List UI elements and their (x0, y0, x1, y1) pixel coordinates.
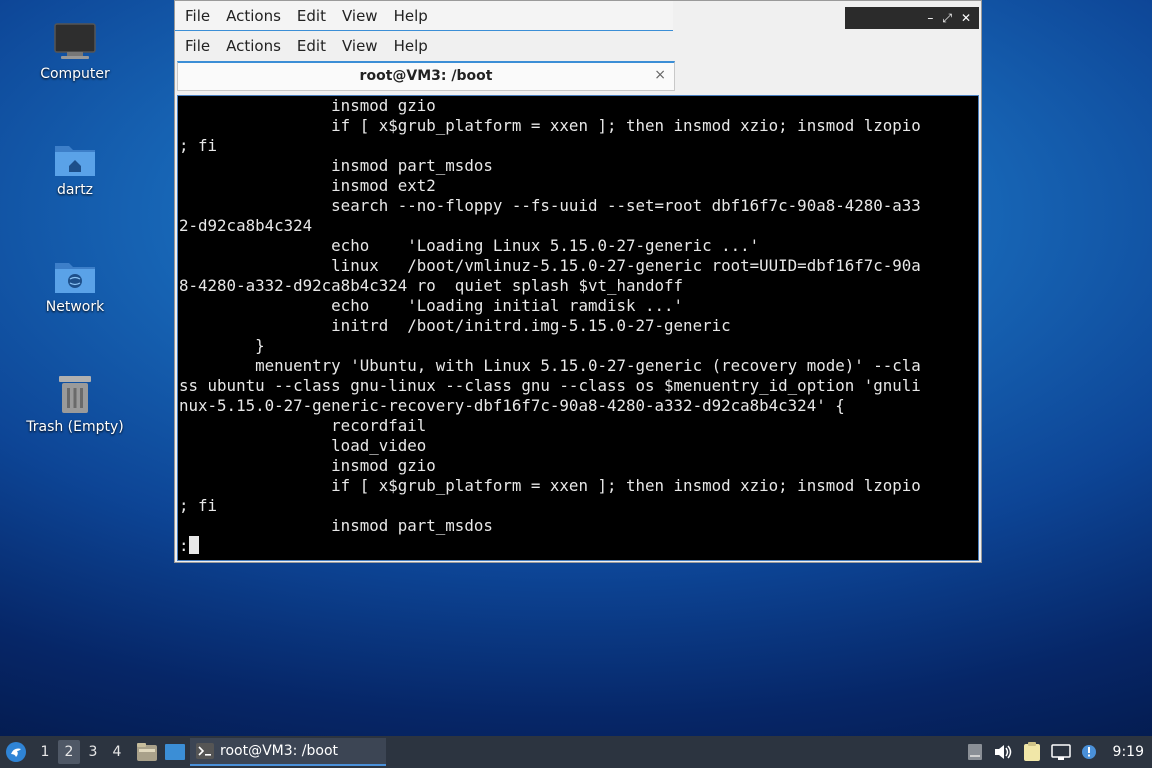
desktop-icon-label: dartz (56, 182, 94, 198)
terminal-line: if [ x$grub_platform = xxen ]; then insm… (179, 476, 921, 495)
desktop-icon-label: Trash (Empty) (26, 419, 124, 435)
file-manager-icon[interactable] (136, 742, 158, 762)
network-folder-icon (55, 263, 95, 293)
terminal-line: 2-d92ca8b4c324 (179, 216, 313, 235)
desktop-icon-computer[interactable]: Computer (20, 22, 130, 82)
terminal-line: echo 'Loading initial ramdisk ...' (179, 296, 684, 315)
terminal-line: ; fi (179, 136, 218, 155)
terminal-line: } (179, 336, 265, 355)
volume-icon[interactable] (993, 743, 1013, 761)
taskbar: 1 2 3 4 root@VM3: /boot 9:19 (0, 736, 1152, 768)
pager-prompt: : (179, 536, 189, 555)
menu-actions[interactable]: Actions (218, 37, 289, 55)
menu-edit[interactable]: Edit (289, 37, 334, 55)
terminal-line: ; fi (179, 496, 218, 515)
terminal-line: if [ x$grub_platform = xxen ]; then insm… (179, 116, 921, 135)
menu-help[interactable]: Help (386, 37, 436, 55)
workspace-1[interactable]: 1 (34, 740, 56, 764)
menu-help[interactable]: Help (386, 7, 436, 25)
terminal-line: load_video (179, 436, 427, 455)
workspace-2[interactable]: 2 (58, 740, 80, 764)
terminal-line: insmod gzio (179, 96, 436, 115)
show-desktop-icon[interactable] (164, 742, 186, 762)
terminal-line: recordfail (179, 416, 427, 435)
app-menu-icon[interactable] (4, 740, 28, 764)
clock[interactable]: 9:19 (1113, 744, 1144, 760)
text-cursor (188, 536, 199, 554)
workspace-3[interactable]: 3 (82, 740, 104, 764)
menu-bar-inner: File Actions Edit View Help (175, 31, 981, 61)
menu-view[interactable]: View (334, 7, 386, 25)
close-icon[interactable]: ✕ (961, 11, 971, 25)
menu-file[interactable]: File (177, 7, 218, 25)
terminal-line: nux-5.15.0-27-generic-recovery-dbf16f7c-… (179, 396, 845, 415)
tab-close-icon[interactable]: × (654, 67, 666, 83)
storage-icon[interactable] (967, 743, 983, 761)
tab-title: root@VM3: /boot (359, 68, 493, 84)
terminal-line: insmod gzio (179, 456, 436, 475)
terminal-output[interactable]: insmod gzio if [ x$grub_platform = xxen … (177, 95, 979, 561)
home-folder-icon (55, 146, 95, 176)
menu-bar-outer: File Actions Edit View Help (175, 1, 673, 31)
terminal-line: search --no-floppy --fs-uuid --set=root … (179, 196, 921, 215)
terminal-window: File Actions Edit View Help – ⤢ ✕ File A… (174, 0, 982, 563)
minimize-icon[interactable]: – (927, 11, 933, 25)
terminal-line: insmod part_msdos (179, 156, 493, 175)
clipboard-icon[interactable] (1023, 742, 1041, 762)
menu-actions[interactable]: Actions (218, 7, 289, 25)
terminal-line: linux /boot/vmlinuz-5.15.0-27-generic ro… (179, 256, 921, 275)
network-status-icon[interactable] (1050, 743, 1071, 761)
terminal-line: 8-4280-a332-d92ca8b4c324 ro quiet splash… (179, 276, 684, 295)
terminal-line: insmod ext2 (179, 176, 436, 195)
workspace-4[interactable]: 4 (106, 740, 128, 764)
desktop-icon-trash[interactable]: Trash (Empty) (20, 373, 130, 435)
maximize-icon[interactable]: ⤢ (942, 11, 952, 26)
terminal-line: ss ubuntu --class gnu-linux --class gnu … (179, 376, 921, 395)
terminal-line: echo 'Loading Linux 5.15.0-27-generic ..… (179, 236, 760, 255)
terminal-prompt-line[interactable]: : (179, 536, 199, 556)
terminal-tab[interactable]: root@VM3: /boot × (177, 61, 675, 91)
menu-view[interactable]: View (334, 37, 386, 55)
desktop-icon-label: Network (45, 299, 105, 315)
desktop-icon-network[interactable]: Network (20, 257, 130, 315)
terminal-line: insmod part_msdos (179, 516, 493, 535)
menu-edit[interactable]: Edit (289, 7, 334, 25)
menu-file[interactable]: File (177, 37, 218, 55)
notification-icon[interactable] (1081, 744, 1097, 760)
computer-icon (54, 23, 96, 59)
terminal-line: initrd /boot/initrd.img-5.15.0-27-generi… (179, 316, 731, 335)
desktop-icon-home[interactable]: dartz (20, 140, 130, 198)
terminal-line: menuentry 'Ubuntu, with Linux 5.15.0-27-… (179, 356, 921, 375)
desktop-icon-label: Computer (40, 66, 110, 82)
system-tray: 9:19 (967, 736, 1152, 768)
trash-icon (59, 376, 91, 413)
window-controls: – ⤢ ✕ (845, 7, 979, 29)
taskbar-item-label: root@VM3: /boot (220, 743, 339, 759)
taskbar-item-terminal[interactable]: root@VM3: /boot (190, 738, 386, 766)
terminal-icon (196, 743, 214, 759)
